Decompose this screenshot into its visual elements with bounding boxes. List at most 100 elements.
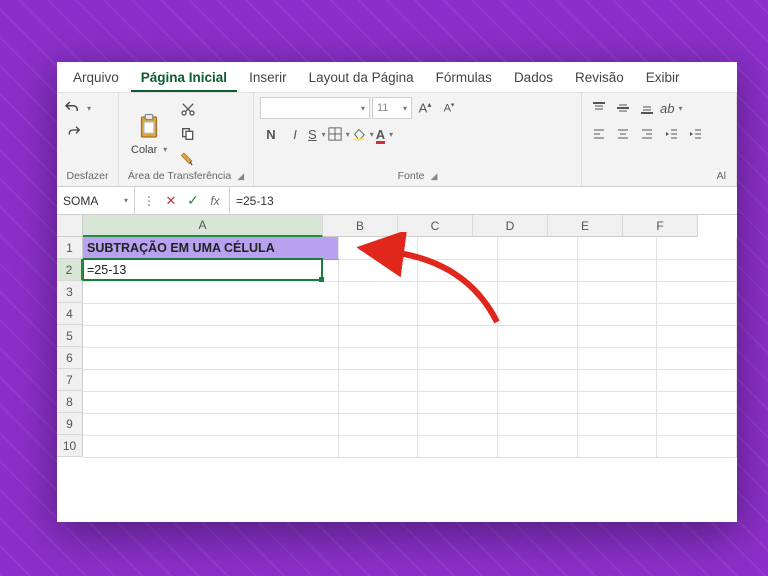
row-header-6[interactable]: 6 xyxy=(57,347,83,369)
undo-button[interactable]: ▾ xyxy=(63,97,91,119)
row-header-8[interactable]: 8 xyxy=(57,391,83,413)
tab-arquivo[interactable]: Arquivo xyxy=(63,64,129,92)
align-top-button[interactable] xyxy=(588,97,610,119)
cell-A1[interactable]: SUBTRAÇÃO EM UMA CÉLULA xyxy=(83,237,338,259)
cell-E8[interactable] xyxy=(577,391,657,413)
cell-D10[interactable] xyxy=(497,435,577,457)
insert-function-button[interactable]: fx xyxy=(205,190,225,212)
row-header-7[interactable]: 7 xyxy=(57,369,83,391)
column-header-D[interactable]: D xyxy=(473,215,548,237)
increase-indent-button[interactable] xyxy=(684,123,706,145)
cell-A4[interactable] xyxy=(83,303,338,325)
decrease-font-button[interactable]: A▾ xyxy=(438,97,460,119)
cell-C4[interactable] xyxy=(418,303,498,325)
border-button[interactable]: ▾ xyxy=(328,123,350,145)
cell-C8[interactable] xyxy=(418,391,498,413)
cell-C3[interactable] xyxy=(418,281,498,303)
decrease-indent-button[interactable] xyxy=(660,123,682,145)
font-name-combo[interactable]: ▾ xyxy=(260,97,370,119)
cell-E10[interactable] xyxy=(577,435,657,457)
cell-C2[interactable] xyxy=(418,259,498,281)
cell-C10[interactable] xyxy=(418,435,498,457)
column-header-E[interactable]: E xyxy=(548,215,623,237)
cut-button[interactable] xyxy=(177,98,199,120)
cell-E4[interactable] xyxy=(577,303,657,325)
cell-A2[interactable]: =25-13 xyxy=(83,259,338,281)
select-all-corner[interactable] xyxy=(57,215,83,237)
font-size-combo[interactable]: 11 ▾ xyxy=(372,97,412,119)
align-bottom-button[interactable] xyxy=(636,97,658,119)
cell-C6[interactable] xyxy=(418,347,498,369)
column-header-C[interactable]: C xyxy=(398,215,473,237)
cell-A8[interactable] xyxy=(83,391,338,413)
cell-E2[interactable] xyxy=(577,259,657,281)
tab-exibir[interactable]: Exibir xyxy=(636,64,690,92)
tab-dados[interactable]: Dados xyxy=(504,64,563,92)
cell-B6[interactable] xyxy=(338,347,418,369)
cell-B1[interactable] xyxy=(338,237,418,259)
cell-D6[interactable] xyxy=(497,347,577,369)
cell-B2[interactable] xyxy=(338,259,418,281)
enter-button[interactable]: ✓ xyxy=(183,190,203,212)
name-box[interactable]: SOMA ▾ xyxy=(57,187,135,214)
cell-B9[interactable] xyxy=(338,413,418,435)
bold-button[interactable]: N xyxy=(260,123,282,145)
italic-button[interactable]: I xyxy=(284,123,306,145)
cell-A5[interactable] xyxy=(83,325,338,347)
cell-D3[interactable] xyxy=(497,281,577,303)
cell-C1[interactable] xyxy=(418,237,498,259)
cell-A3[interactable] xyxy=(83,281,338,303)
cell-B4[interactable] xyxy=(338,303,418,325)
row-header-5[interactable]: 5 xyxy=(57,325,83,347)
formula-input[interactable]: =25-13 xyxy=(230,187,737,214)
cell-E9[interactable] xyxy=(577,413,657,435)
cell-E5[interactable] xyxy=(577,325,657,347)
redo-button[interactable] xyxy=(63,121,85,143)
cell-B5[interactable] xyxy=(338,325,418,347)
cell-E6[interactable] xyxy=(577,347,657,369)
tab-layout[interactable]: Layout da Página xyxy=(299,64,424,92)
cell-D4[interactable] xyxy=(497,303,577,325)
cell-F7[interactable] xyxy=(657,369,737,391)
align-left-button[interactable] xyxy=(588,123,610,145)
cell-D5[interactable] xyxy=(497,325,577,347)
cell-F3[interactable] xyxy=(657,281,737,303)
cell-E3[interactable] xyxy=(577,281,657,303)
row-header-10[interactable]: 10 xyxy=(57,435,83,457)
cell-A6[interactable] xyxy=(83,347,338,369)
cell-B7[interactable] xyxy=(338,369,418,391)
clipboard-launcher-icon[interactable]: ◢ xyxy=(237,171,244,182)
cell-F5[interactable] xyxy=(657,325,737,347)
cell-E1[interactable] xyxy=(577,237,657,259)
cell-A10[interactable] xyxy=(83,435,338,457)
row-header-4[interactable]: 4 xyxy=(57,303,83,325)
cell-F2[interactable] xyxy=(657,259,737,281)
tab-inserir[interactable]: Inserir xyxy=(239,64,297,92)
cell-F9[interactable] xyxy=(657,413,737,435)
align-right-button[interactable] xyxy=(636,123,658,145)
cancel-button[interactable]: ✕ xyxy=(161,190,181,212)
increase-font-button[interactable]: A▴ xyxy=(414,97,436,119)
column-header-B[interactable]: B xyxy=(323,215,398,237)
cell-F10[interactable] xyxy=(657,435,737,457)
cell-D1[interactable] xyxy=(497,237,577,259)
cell-C9[interactable] xyxy=(418,413,498,435)
column-header-A[interactable]: A xyxy=(83,215,323,237)
row-header-9[interactable]: 9 xyxy=(57,413,83,435)
cell-A9[interactable] xyxy=(83,413,338,435)
cell-F4[interactable] xyxy=(657,303,737,325)
underline-button[interactable]: S▾ xyxy=(308,123,326,145)
cell-D8[interactable] xyxy=(497,391,577,413)
row-header-2[interactable]: 2 xyxy=(57,259,83,281)
cell-F1[interactable] xyxy=(657,237,737,259)
cell-C7[interactable] xyxy=(418,369,498,391)
cell-D9[interactable] xyxy=(497,413,577,435)
cell-A7[interactable] xyxy=(83,369,338,391)
align-middle-button[interactable] xyxy=(612,97,634,119)
cell-B3[interactable] xyxy=(338,281,418,303)
font-launcher-icon[interactable]: ◢ xyxy=(430,171,437,182)
font-color-button[interactable]: A ▾ xyxy=(376,123,393,145)
format-painter-button[interactable] xyxy=(177,148,199,170)
copy-button[interactable] xyxy=(177,123,199,145)
paste-button[interactable]: Colar ▾ xyxy=(125,110,173,158)
